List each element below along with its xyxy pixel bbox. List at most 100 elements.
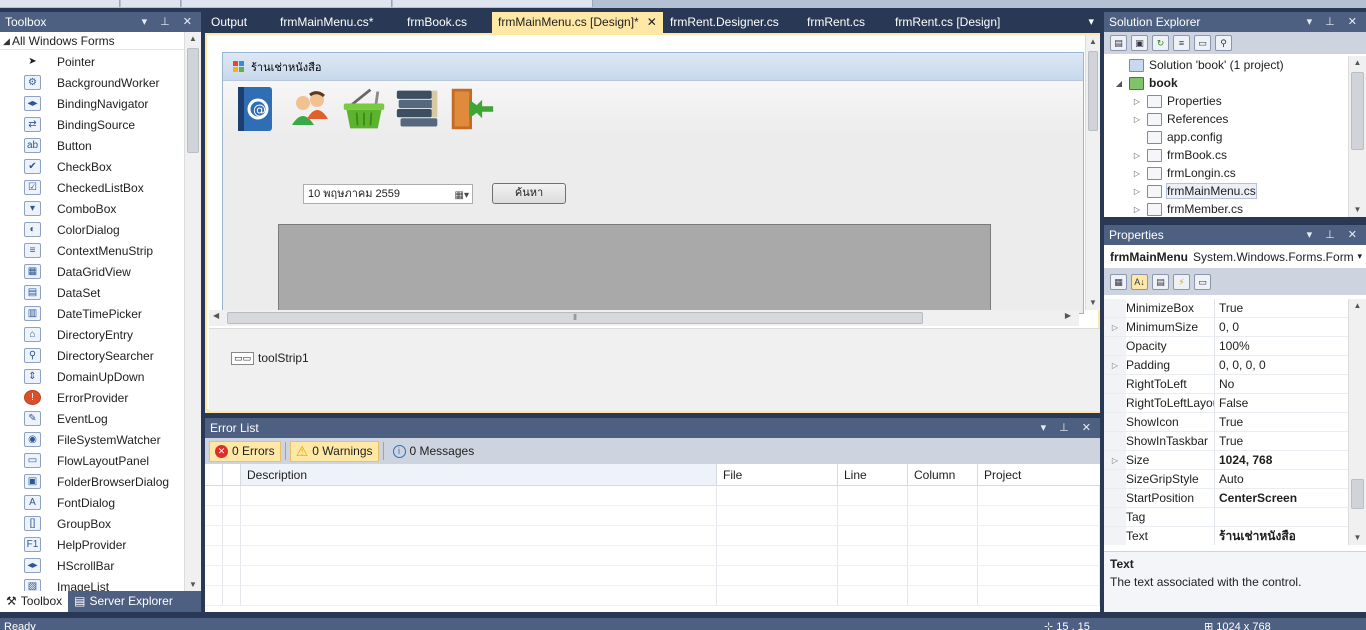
table-row[interactable]	[205, 526, 1100, 546]
scroll-down-arrow-icon[interactable]: ▼	[1349, 203, 1366, 217]
tree-node[interactable]: ▷ Properties	[1104, 92, 1348, 110]
pane-window-buttons[interactable]: ▾ ⊥ ✕	[142, 12, 197, 32]
messages-filter-button[interactable]: i 0 Messages	[388, 441, 480, 462]
property-row[interactable]: SizeGripStyle Auto	[1104, 470, 1348, 489]
expand-arrow-icon[interactable]: ▷	[1132, 205, 1142, 214]
date-time-picker[interactable]: 10 พฤษภาคม 2559 ▦▾	[303, 184, 473, 204]
toolbox-item[interactable]: ▦ DataGridView	[0, 261, 184, 282]
tab-frmbook[interactable]: frmBook.cs	[401, 12, 473, 33]
view-designer-icon[interactable]: ▭	[1194, 35, 1211, 51]
basket-icon[interactable]	[341, 84, 387, 134]
tray-item-toolstrip[interactable]: ▭▭ toolStrip1	[231, 351, 309, 365]
scroll-down-arrow-icon[interactable]: ▼	[1349, 531, 1366, 545]
property-value[interactable]: 0, 0, 0, 0	[1215, 356, 1348, 374]
categorized-icon[interactable]: ▦	[1110, 274, 1127, 290]
property-row[interactable]: RightToLeft No	[1104, 375, 1348, 394]
property-value[interactable]: 100%	[1215, 337, 1348, 355]
column-header-line[interactable]: Line	[838, 464, 908, 485]
table-row[interactable]	[205, 586, 1100, 606]
form-toolstrip[interactable]: @	[223, 81, 1083, 136]
close-tab-icon[interactable]: ✕	[647, 15, 657, 29]
tree-node[interactable]: Solution 'book' (1 project)	[1104, 56, 1348, 74]
scroll-down-arrow-icon[interactable]: ▼	[1086, 296, 1100, 310]
tab-frmrent-designer[interactable]: frmRent.Designer.cs	[664, 12, 785, 33]
property-row[interactable]: ▷ MinimumSize 0, 0	[1104, 318, 1348, 337]
chevron-down-icon[interactable]: ▾	[1357, 251, 1362, 262]
toolbox-item[interactable]: ! ErrorProvider	[0, 387, 184, 408]
tab-server-explorer[interactable]: ▤ Server Explorer	[68, 591, 179, 612]
property-row[interactable]: Tag	[1104, 508, 1348, 527]
column-header-category[interactable]	[223, 464, 241, 485]
expand-arrow-icon[interactable]	[1104, 489, 1126, 507]
scroll-up-arrow-icon[interactable]: ▲	[1349, 56, 1366, 70]
toolbox-item[interactable]: ◂▸ HScrollBar	[0, 555, 184, 576]
address-book-icon[interactable]: @	[233, 84, 279, 134]
object-selector[interactable]: frmMainMenu System.Windows.Forms.Form ▾	[1104, 245, 1366, 269]
scroll-up-arrow-icon[interactable]: ▲	[185, 32, 201, 46]
errors-filter-button[interactable]: ✕ 0 Errors	[209, 440, 281, 462]
property-row[interactable]: ▷ Size 1024, 768	[1104, 451, 1348, 470]
table-row[interactable]	[205, 546, 1100, 566]
expand-arrow-icon[interactable]	[1104, 527, 1126, 545]
scroll-thumb[interactable]	[1351, 479, 1364, 509]
scroll-left-arrow-icon[interactable]: ◀	[213, 311, 219, 320]
scroll-thumb[interactable]	[187, 48, 199, 153]
toolbox-item[interactable]: ⇕ DomainUpDown	[0, 366, 184, 387]
tab-frmrent[interactable]: frmRent.cs	[801, 12, 871, 33]
pane-window-buttons[interactable]: ▾ ⊥ ✕	[1041, 418, 1096, 438]
scroll-right-arrow-icon[interactable]: ▶	[1065, 311, 1071, 320]
expand-arrow-icon[interactable]	[1104, 432, 1126, 450]
toolbox-item[interactable]: ▾ ComboBox	[0, 198, 184, 219]
property-row[interactable]: ▷ Padding 0, 0, 0, 0	[1104, 356, 1348, 375]
expand-arrow-icon[interactable]: ▷	[1132, 169, 1142, 178]
expand-arrow-icon[interactable]: ▷	[1104, 356, 1126, 374]
toolbox-item[interactable]: A FontDialog	[0, 492, 184, 513]
expand-arrow-icon[interactable]	[1104, 508, 1126, 526]
property-row[interactable]: RightToLeftLayout False	[1104, 394, 1348, 413]
events-lightning-icon[interactable]: ⚡	[1173, 274, 1190, 290]
table-row[interactable]	[205, 566, 1100, 586]
tree-node[interactable]: ▷ frmMember.cs	[1104, 200, 1348, 217]
toolbox-item[interactable]: ▤ DataSet	[0, 282, 184, 303]
column-header-file[interactable]: File	[717, 464, 838, 485]
column-header-order[interactable]	[205, 464, 223, 485]
pane-window-buttons[interactable]: ▾ ⊥ ✕	[1307, 225, 1362, 245]
scroll-down-arrow-icon[interactable]: ▼	[185, 578, 201, 592]
column-header-column[interactable]: Column	[908, 464, 978, 485]
tab-toolbox[interactable]: ⚒ Toolbox	[0, 591, 69, 612]
datagridview-control[interactable]	[278, 224, 991, 313]
tab-output[interactable]: Output	[205, 12, 253, 33]
designer-horizontal-scrollbar[interactable]: ◀ ⦀ ▶	[209, 310, 1079, 326]
tree-node[interactable]: ▷ frmLongin.cs	[1104, 164, 1348, 182]
exit-door-icon[interactable]	[449, 84, 495, 134]
expand-arrow-icon[interactable]	[1104, 337, 1126, 355]
column-header-description[interactable]: Description	[241, 464, 717, 485]
designer-vertical-scrollbar[interactable]: ▲ ▼	[1085, 35, 1100, 310]
toolbox-item[interactable]: ≡ ContextMenuStrip	[0, 240, 184, 261]
expand-arrow-icon[interactable]	[1104, 375, 1126, 393]
show-all-files-icon[interactable]: ▣	[1131, 35, 1148, 51]
expand-arrow-icon[interactable]: ▷	[1132, 115, 1142, 124]
scroll-thumb[interactable]	[1088, 51, 1098, 131]
toolbox-item[interactable]: ▭ FlowLayoutPanel	[0, 450, 184, 471]
property-value[interactable]: False	[1215, 394, 1348, 412]
property-row[interactable]: Text ร้านเช่าหนังสือ	[1104, 527, 1348, 545]
scroll-up-arrow-icon[interactable]: ▲	[1086, 35, 1100, 49]
property-value[interactable]: True	[1215, 413, 1348, 431]
toolbox-item[interactable]: ➤ Pointer	[0, 51, 184, 72]
property-value[interactable]: Auto	[1215, 470, 1348, 488]
column-header-project[interactable]: Project	[978, 464, 1100, 485]
toolbox-item[interactable]: ✔ CheckBox	[0, 156, 184, 177]
solution-explorer-scrollbar[interactable]: ▲ ▼	[1348, 56, 1366, 217]
designed-form[interactable]: ร้านเช่าหนังสือ @ 10 พฤษภาคม 2559 ▦▾ ค้น…	[222, 52, 1084, 314]
tree-node[interactable]: ▷ References	[1104, 110, 1348, 128]
members-icon[interactable]	[287, 84, 333, 134]
expand-arrow-icon[interactable]: ▷	[1132, 97, 1142, 106]
books-icon[interactable]	[395, 84, 441, 134]
toolbox-item[interactable]: ◉ FileSystemWatcher	[0, 429, 184, 450]
scroll-thumb[interactable]: ⦀	[227, 312, 923, 324]
tab-list-dropdown-icon[interactable]: ▾	[1088, 12, 1094, 33]
toolbox-item[interactable]: ⌂ DirectoryEntry	[0, 324, 184, 345]
calendar-dropdown-icon[interactable]: ▦▾	[455, 187, 469, 205]
toolbox-item[interactable]: F1 HelpProvider	[0, 534, 184, 555]
